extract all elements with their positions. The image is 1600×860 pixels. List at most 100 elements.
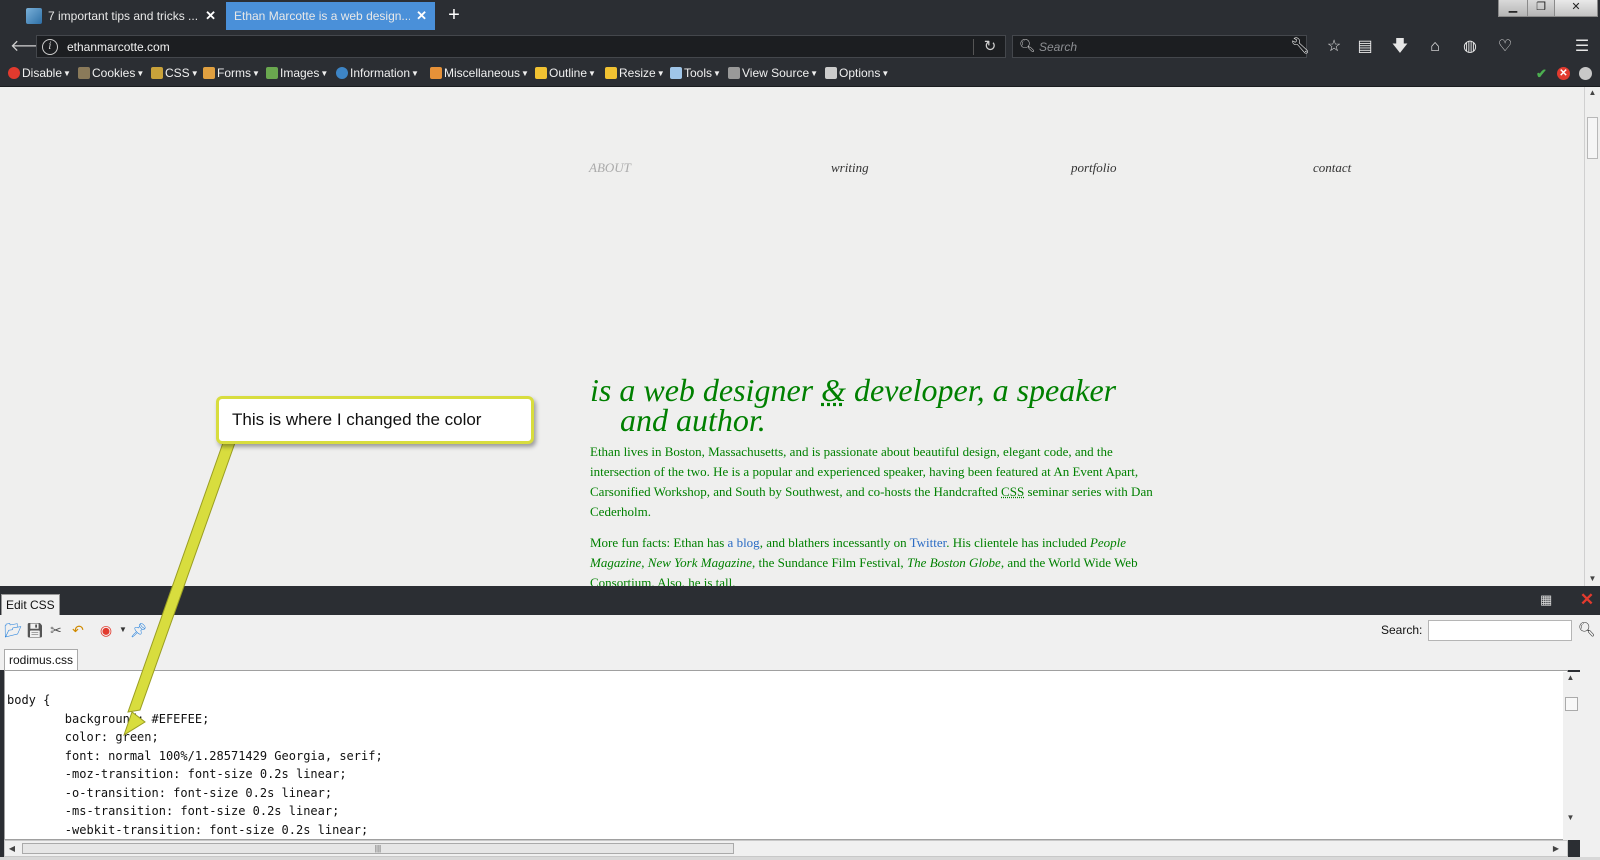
css-menu[interactable]: CSS ▼ [151, 66, 199, 80]
page-scrollbar[interactable]: ▲ ▼ [1584, 87, 1600, 586]
css-code-editor[interactable]: body { background: #EFEFEE; color: green… [4, 670, 1568, 840]
bio-paragraph: Ethan lives in Boston, Massachusetts, an… [590, 442, 1158, 522]
tab-ethan-marcotte[interactable]: Ethan Marcotte is a web design... ✕ [226, 2, 435, 30]
headline-ampersand: & [821, 372, 846, 408]
chevron-down-icon[interactable]: ▼ [115, 622, 131, 638]
back-arrow-icon[interactable]: 🡐 [10, 37, 53, 57]
undo-icon[interactable]: ↶ [70, 622, 86, 638]
scroll-up-arrow-icon[interactable]: ▲ [1563, 672, 1578, 684]
pin-icon[interactable]: 📌︎ [130, 622, 148, 638]
new-tab-icon[interactable]: + [444, 5, 464, 25]
download-icon[interactable]: 🡇 [1388, 35, 1412, 59]
cookies-menu[interactable]: Cookies ▼ [78, 66, 144, 80]
resize-menu[interactable]: Resize ▼ [605, 66, 665, 80]
scroll-left-arrow-icon[interactable]: ◀ [5, 843, 19, 855]
outline-menu[interactable]: Outline ▼ [535, 66, 596, 80]
scroll-up-arrow-icon[interactable]: ▲ [1585, 87, 1600, 99]
panel-scrollbar[interactable] [1580, 646, 1600, 860]
close-panel-icon[interactable]: ✕ [1578, 591, 1596, 609]
site-favicon-icon [26, 8, 42, 24]
globe-icon[interactable]: ◍ [1458, 35, 1482, 59]
reload-icon[interactable]: ↻ [980, 37, 1000, 57]
cookies-icon [78, 67, 90, 79]
menu-label: Outline [549, 66, 588, 80]
search-bar[interactable]: 🔍︎ Search [1012, 35, 1307, 58]
file-tab-rodimus-css[interactable]: rodimus.css [4, 649, 79, 670]
scrollbar-thumb[interactable]: ||| [22, 843, 734, 854]
fun-facts-paragraph: More fun facts: Ethan has a blog, and bl… [590, 533, 1158, 586]
menu-label: Miscellaneous [444, 66, 521, 80]
url-text[interactable]: ethanmarcotte.com [67, 40, 170, 54]
search-placeholder: Search [1039, 40, 1078, 54]
nav-link-contact[interactable]: contact [1313, 160, 1351, 176]
scrollbar-thumb[interactable] [1587, 117, 1598, 159]
web-developer-toolbar: Disable ▼ Cookies ▼ CSS ▼ Forms ▼ Images ▼ In… [0, 62, 1600, 87]
css-code-text[interactable]: body { background: #EFEFEE; color: green… [7, 691, 383, 839]
minimize-window-button[interactable]: ▁ [1498, 0, 1528, 17]
options-menu[interactable]: Options ▼ [825, 66, 889, 80]
information-icon [336, 67, 348, 79]
information-menu[interactable]: Information ▼ [336, 66, 419, 80]
page-headline-line2: and author. [620, 402, 766, 438]
bookmark-star-icon[interactable]: ☆ [1322, 35, 1346, 59]
site-info-icon[interactable]: i [42, 39, 58, 55]
miscellaneous-menu[interactable]: Miscellaneous ▼ [430, 66, 529, 80]
status-circle-icon [1579, 67, 1592, 80]
images-menu[interactable]: Images ▼ [266, 66, 328, 80]
open-file-icon[interactable]: 📂︎ [4, 622, 22, 638]
search-icon[interactable]: 🔍︎ [1578, 621, 1596, 638]
nav-link-portfolio[interactable]: portfolio [1071, 160, 1117, 176]
disable-icon [8, 67, 20, 79]
web-page-content: ABOUT writing portfolio contact is a web… [0, 87, 1584, 586]
css-abbreviation: CSS [1001, 484, 1025, 499]
menu-label: Options [839, 66, 881, 80]
wrench-icon[interactable]: 🔧︎ [1288, 35, 1312, 59]
disable-menu[interactable]: Disable ▼ [8, 66, 71, 80]
close-tab-icon[interactable]: ✕ [416, 8, 427, 24]
restore-window-button[interactable]: ❐ [1527, 0, 1555, 17]
annotation-text: This is where I changed the color [232, 410, 482, 429]
color-picker-icon[interactable]: ◉ [98, 622, 114, 638]
close-tab-icon[interactable]: ✕ [205, 8, 216, 24]
miscellaneous-icon [430, 67, 442, 79]
file-tab-row: rodimus.css [0, 646, 1600, 670]
outline-pencil-icon [535, 67, 547, 79]
editor-horizontal-scrollbar[interactable]: ◀ ||| ▶ [4, 840, 1568, 857]
pocket-icon[interactable]: ♡ [1493, 35, 1517, 59]
paragraph-text: More fun facts: Ethan has [590, 535, 728, 550]
edit-css-tab[interactable]: Edit CSS [1, 594, 60, 615]
nav-link-writing[interactable]: writing [831, 160, 869, 176]
nav-link-about[interactable]: ABOUT [589, 160, 631, 176]
close-window-button[interactable]: ✕ [1554, 0, 1598, 17]
forms-menu[interactable]: Forms ▼ [203, 66, 260, 80]
navigation-bar: 🡐 i ethanmarcotte.com ↻ 🔍︎ Search 🔧︎ ☆ ▤… [0, 31, 1600, 62]
paragraph-text: , the Sundance Film Festival, [752, 555, 907, 570]
hamburger-menu-icon[interactable]: ☰ [1570, 35, 1594, 59]
menu-label: Cookies [92, 66, 136, 80]
view-source-menu[interactable]: View Source ▼ [728, 66, 818, 80]
editor-vertical-scrollbar[interactable]: ▲ ▼ [1563, 672, 1580, 840]
menu-label: Forms [217, 66, 251, 80]
tools-menu[interactable]: Tools ▼ [670, 66, 721, 80]
panel-layout-icon[interactable]: ▦ [1540, 593, 1554, 606]
paragraph-text: , and blathers incessantly on [759, 535, 910, 550]
headline-text: developer, a speaker [845, 372, 1117, 408]
forms-icon [203, 67, 215, 79]
edit-css-toolbar: 📂︎ 💾︎ ✂ ↶ ◉ ▼ 📌︎ Search: 🔍︎ [0, 615, 1600, 646]
twitter-link[interactable]: Twitter [910, 535, 947, 550]
address-bar[interactable]: i ethanmarcotte.com ↻ [36, 35, 1006, 58]
tab-tips-and-tricks[interactable]: 7 important tips and tricks ... ✕ [18, 2, 224, 30]
resize-icon [605, 67, 617, 79]
scroll-down-arrow-icon[interactable]: ▼ [1563, 812, 1578, 824]
menu-label: Information [350, 66, 411, 80]
home-icon[interactable]: ⌂ [1423, 35, 1447, 59]
scroll-right-arrow-icon[interactable]: ▶ [1549, 843, 1563, 855]
cut-scissors-icon[interactable]: ✂ [48, 622, 64, 638]
css-search-input[interactable] [1428, 620, 1572, 641]
blog-link[interactable]: a blog [728, 535, 760, 550]
paragraph-text: . His clientele has included [946, 535, 1090, 550]
scrollbar-thumb[interactable] [1565, 697, 1578, 711]
scroll-down-arrow-icon[interactable]: ▼ [1585, 573, 1600, 585]
save-file-icon[interactable]: 💾︎ [26, 622, 44, 638]
reading-list-icon[interactable]: ▤ [1353, 35, 1377, 59]
